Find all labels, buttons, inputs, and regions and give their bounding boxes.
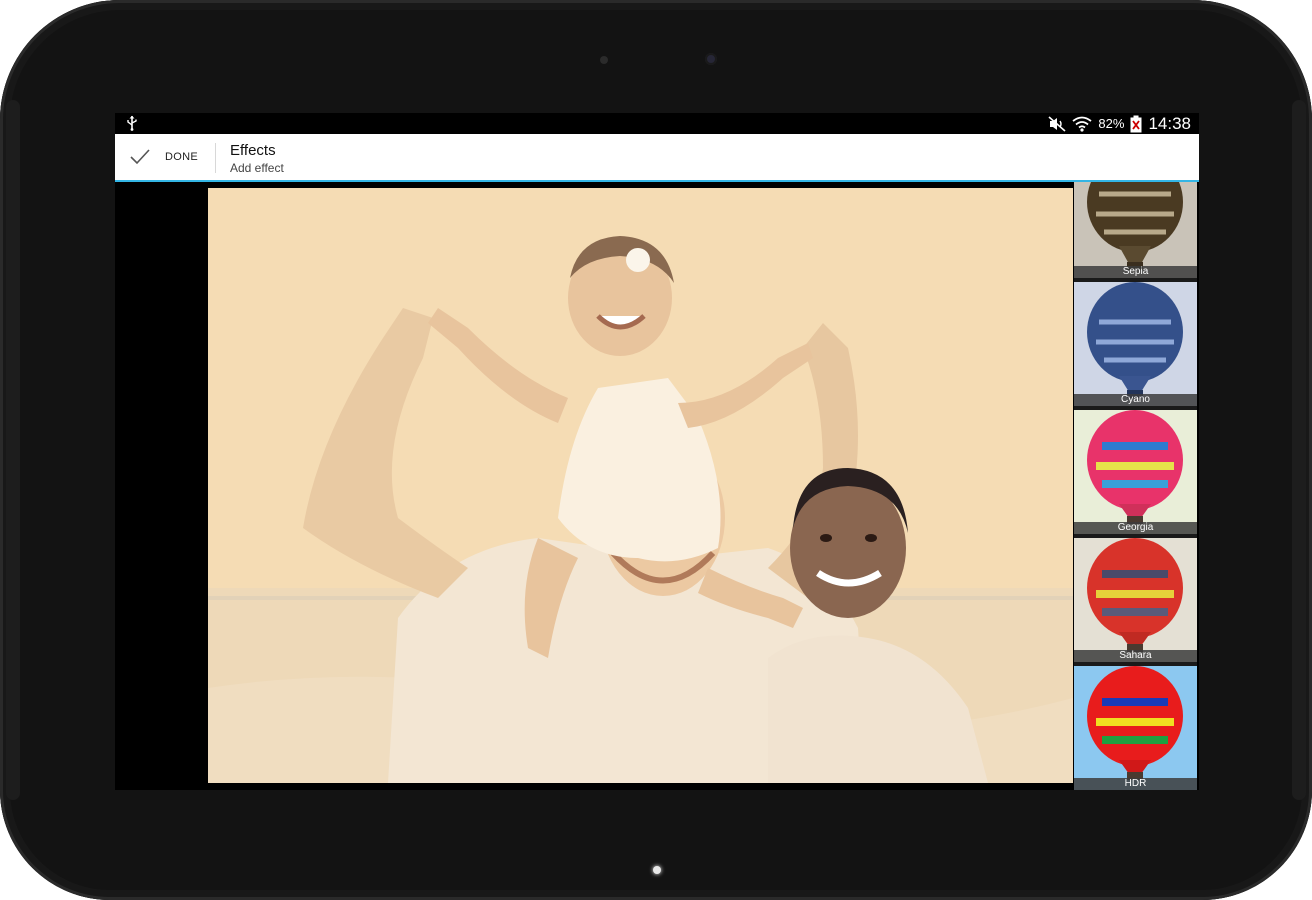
- effect-label: Sepia: [1122, 266, 1149, 277]
- effect-label: Sahara: [1119, 650, 1152, 661]
- battery-percent: 82%: [1098, 116, 1125, 131]
- page-subtitle: Add effect: [230, 161, 284, 175]
- usb-icon: [127, 115, 137, 131]
- effect-sepia[interactable]: Sepia: [1074, 182, 1197, 278]
- editor-content: Sepia Cyano Georgia Sahara HDR: [115, 182, 1199, 790]
- photo-preview[interactable]: [208, 188, 1073, 783]
- done-label: DONE: [165, 151, 198, 163]
- effect-sahara[interactable]: Sahara: [1074, 538, 1197, 662]
- wifi-icon: [1072, 116, 1092, 132]
- effects-strip: Sepia Cyano Georgia Sahara HDR: [1074, 182, 1197, 790]
- battery-icon: [1130, 115, 1142, 132]
- effect-thumbnail: [1074, 282, 1197, 406]
- mute-icon: [1048, 115, 1066, 132]
- effect-georgia[interactable]: Georgia: [1074, 410, 1197, 534]
- status-bar: 82% 14:38: [115, 113, 1199, 134]
- speaker-grille-right: [1292, 100, 1306, 800]
- page-title: Effects: [230, 142, 276, 159]
- clock: 14:38: [1148, 113, 1191, 133]
- check-icon: [130, 149, 150, 165]
- effect-hdr[interactable]: HDR: [1074, 666, 1197, 790]
- screen: 82% 14:38 DONE Effects Add effect Sepia …: [115, 113, 1199, 790]
- action-bar-divider: [215, 143, 216, 173]
- status-right-group: 82% 14:38: [1048, 113, 1191, 134]
- effect-cyano[interactable]: Cyano: [1074, 282, 1197, 406]
- effect-thumbnail: [1074, 538, 1197, 662]
- action-bar: DONE Effects Add effect: [115, 134, 1199, 182]
- tablet-frame: 82% 14:38 DONE Effects Add effect Sepia …: [0, 0, 1312, 900]
- effect-thumbnail: [1074, 182, 1197, 278]
- effect-thumbnail: [1074, 410, 1197, 534]
- done-button[interactable]: DONE: [115, 134, 215, 180]
- effect-thumbnail: [1074, 666, 1197, 790]
- notification-led: [653, 866, 661, 874]
- effect-label: Georgia: [1117, 522, 1154, 533]
- effect-label: HDR: [1124, 778, 1147, 789]
- effect-label: Cyano: [1121, 394, 1150, 405]
- speaker-grille-left: [6, 100, 20, 800]
- light-sensor: [600, 56, 608, 64]
- front-camera: [705, 53, 717, 65]
